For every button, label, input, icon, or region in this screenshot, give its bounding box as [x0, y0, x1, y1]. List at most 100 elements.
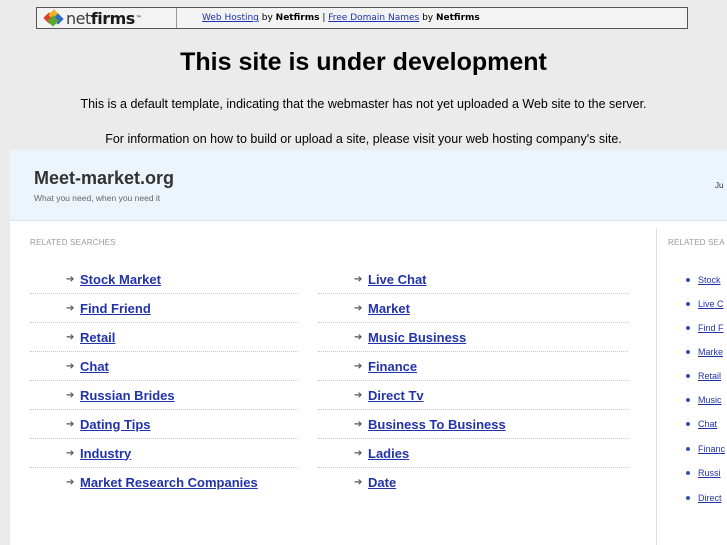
- related-link[interactable]: Industry: [80, 446, 131, 461]
- brand-netfirms-2: Netfirms: [435, 13, 480, 23]
- site-tagline: What you need, when you need it: [34, 193, 161, 203]
- related-link-item[interactable]: ➔ Russian Brides: [30, 381, 298, 410]
- side-link-item[interactable]: Marke: [686, 342, 723, 362]
- netfirms-logo-icon: [43, 9, 64, 27]
- header-right-text: Ju: [715, 181, 724, 190]
- bullet-icon: [686, 398, 690, 402]
- bullet-icon: [686, 374, 690, 378]
- side-link-item[interactable]: Chat: [686, 414, 717, 434]
- arrow-icon: ➔: [66, 477, 75, 488]
- hosting-info-text: For information on how to build or uploa…: [105, 132, 622, 146]
- side-link[interactable]: Stock: [698, 275, 721, 285]
- related-link-item[interactable]: ➔ Ladies: [318, 439, 628, 468]
- related-link[interactable]: Russian Brides: [80, 388, 175, 403]
- bullet-icon: [686, 350, 690, 354]
- related-link-item[interactable]: ➔ Chat: [30, 352, 298, 381]
- side-link-item[interactable]: Live C: [686, 294, 724, 314]
- side-link[interactable]: Retail: [698, 371, 721, 381]
- side-link[interactable]: Music: [698, 395, 722, 405]
- related-link[interactable]: Business To Business: [368, 417, 506, 432]
- related-link[interactable]: Market Research Companies: [80, 475, 258, 490]
- related-link-item[interactable]: ➔ Music Business: [318, 323, 628, 352]
- side-link-item[interactable]: Stock: [686, 270, 721, 290]
- arrow-icon: ➔: [354, 418, 363, 430]
- side-link[interactable]: Direct: [698, 493, 722, 503]
- related-link-item[interactable]: ➔ Date: [318, 468, 628, 497]
- related-link-item[interactable]: ➔ Market: [318, 294, 628, 323]
- related-searches-label: RELATED SEARCHES: [30, 238, 116, 247]
- side-link-item[interactable]: Direct: [686, 488, 722, 508]
- side-link-item[interactable]: Music: [686, 390, 722, 410]
- arrow-icon: ➔: [354, 447, 363, 459]
- arrow-icon: ➔: [66, 273, 75, 285]
- related-link-item[interactable]: ➔ Stock Market: [30, 265, 298, 294]
- related-link-item[interactable]: ➔ Industry: [30, 439, 298, 468]
- side-link-item[interactable]: Retail: [686, 366, 721, 386]
- default-template-text: This is a default template, indicating t…: [80, 97, 647, 111]
- arrow-icon: ➔: [66, 360, 75, 372]
- arrow-icon: ➔: [354, 360, 363, 372]
- related-link[interactable]: Music Business: [368, 330, 466, 345]
- banner-links: Web Hosting by Netfirms | Free Domain Na…: [177, 13, 480, 23]
- bullet-icon: [686, 326, 690, 330]
- arrow-icon: ➔: [66, 389, 75, 401]
- arrow-icon: ➔: [354, 331, 363, 343]
- related-link-item[interactable]: ➔ Finance: [318, 352, 628, 381]
- side-link-item[interactable]: Financ: [686, 439, 725, 459]
- related-link-item[interactable]: ➔ Live Chat: [318, 265, 628, 294]
- side-link-item[interactable]: Find F: [686, 318, 724, 338]
- related-link[interactable]: Find Friend: [80, 301, 151, 316]
- related-link[interactable]: Chat: [80, 359, 109, 374]
- side-link[interactable]: Russi: [698, 468, 721, 478]
- arrow-icon: ➔: [354, 477, 363, 488]
- related-searches-label-right: RELATED SEA: [668, 238, 725, 247]
- related-link[interactable]: Market: [368, 301, 410, 316]
- bullet-icon: [686, 278, 690, 282]
- arrow-icon: ➔: [354, 302, 363, 314]
- related-link[interactable]: Retail: [80, 330, 115, 345]
- related-link-item[interactable]: ➔ Dating Tips: [30, 410, 298, 439]
- bullet-icon: [686, 471, 690, 475]
- related-link-item[interactable]: ➔ Direct Tv: [318, 381, 628, 410]
- arrow-icon: ➔: [66, 302, 75, 314]
- logo-tm: ™: [135, 14, 142, 22]
- related-link[interactable]: Date: [368, 475, 396, 490]
- page-title: This site is under development: [180, 48, 547, 76]
- netfirms-logo[interactable]: net firms ™: [37, 8, 177, 28]
- site-name[interactable]: Meet-market.org: [34, 168, 174, 189]
- separator: |: [319, 13, 329, 23]
- side-link[interactable]: Live C: [698, 299, 724, 309]
- logo-firms: firms: [90, 8, 136, 28]
- column-divider: [656, 228, 657, 545]
- side-link[interactable]: Financ: [698, 444, 725, 454]
- parked-header: Meet-market.org What you need, when you …: [10, 150, 727, 221]
- bullet-icon: [686, 496, 690, 500]
- netfirms-banner: net firms ™ Web Hosting by Netfirms | Free…: [36, 7, 688, 29]
- related-link-item[interactable]: ➔ Business To Business: [318, 410, 628, 439]
- side-link-item[interactable]: Russi: [686, 463, 721, 483]
- bullet-icon: [686, 302, 690, 306]
- related-link[interactable]: Stock Market: [80, 272, 161, 287]
- by-text-2: by: [419, 13, 436, 23]
- arrow-icon: ➔: [66, 418, 75, 430]
- related-link[interactable]: Live Chat: [368, 272, 427, 287]
- arrow-icon: ➔: [354, 273, 363, 285]
- bullet-icon: [686, 447, 690, 451]
- related-link[interactable]: Dating Tips: [80, 417, 151, 432]
- arrow-icon: ➔: [66, 447, 75, 459]
- side-link[interactable]: Chat: [698, 419, 717, 429]
- arrow-icon: ➔: [354, 389, 363, 401]
- side-link[interactable]: Find F: [698, 323, 724, 333]
- related-link[interactable]: Ladies: [368, 446, 409, 461]
- by-text-1: by: [258, 13, 276, 23]
- related-link-item[interactable]: ➔ Market Research Companies: [30, 468, 298, 497]
- logo-net: net: [66, 8, 91, 28]
- free-domain-names-link[interactable]: Free Domain Names: [328, 13, 419, 23]
- related-link[interactable]: Finance: [368, 359, 417, 374]
- web-hosting-link[interactable]: Web Hosting: [202, 13, 259, 23]
- bullet-icon: [686, 422, 690, 426]
- related-link-item[interactable]: ➔ Find Friend: [30, 294, 298, 323]
- side-link[interactable]: Marke: [698, 347, 723, 357]
- related-link[interactable]: Direct Tv: [368, 388, 424, 403]
- related-link-item[interactable]: ➔ Retail: [30, 323, 298, 352]
